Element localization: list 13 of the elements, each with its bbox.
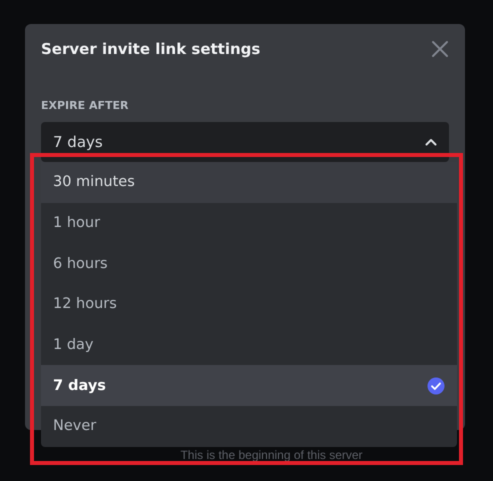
close-icon[interactable] xyxy=(431,40,449,58)
channel-intro-text: This is the beginning of this server xyxy=(180,448,363,462)
field-label: EXPIRE AFTER xyxy=(41,99,128,112)
expire-select[interactable]: 7 days xyxy=(41,122,449,162)
dropdown-option[interactable]: 1 hour xyxy=(41,202,457,244)
dropdown-option[interactable]: 30 minutes xyxy=(41,162,457,203)
dropdown-option[interactable]: 7 days xyxy=(41,365,457,406)
dropdown-option[interactable]: 12 hours xyxy=(41,284,457,325)
dropdown-option[interactable]: 1 day xyxy=(41,324,457,366)
dialog-title: Server invite link settings xyxy=(41,40,260,58)
check-icon xyxy=(427,376,445,395)
dropdown-option[interactable]: 6 hours xyxy=(41,243,457,284)
dropdown-option[interactable]: Never xyxy=(41,406,457,447)
